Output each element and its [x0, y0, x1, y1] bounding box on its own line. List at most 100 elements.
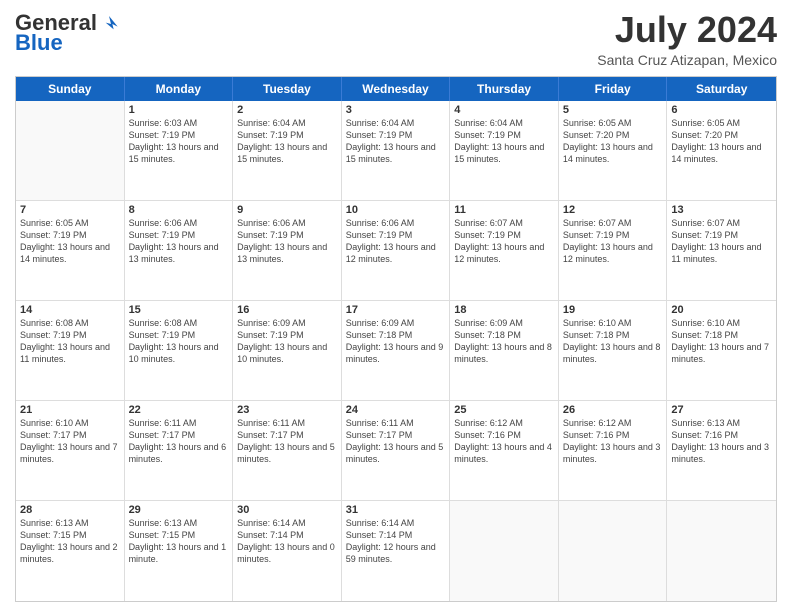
day-number: 22 — [129, 404, 229, 416]
cell-info: Sunrise: 6:04 AMSunset: 7:19 PMDaylight:… — [237, 117, 337, 166]
calendar-cell: 26Sunrise: 6:12 AMSunset: 7:16 PMDayligh… — [559, 401, 668, 500]
cell-info: Sunrise: 6:11 AMSunset: 7:17 PMDaylight:… — [129, 417, 229, 466]
calendar-cell: 17Sunrise: 6:09 AMSunset: 7:18 PMDayligh… — [342, 301, 451, 400]
calendar-cell — [559, 501, 668, 601]
cell-info: Sunrise: 6:10 AMSunset: 7:18 PMDaylight:… — [671, 317, 772, 366]
cell-info: Sunrise: 6:14 AMSunset: 7:14 PMDaylight:… — [346, 517, 446, 566]
location: Santa Cruz Atizapan, Mexico — [597, 52, 777, 68]
cell-info: Sunrise: 6:06 AMSunset: 7:19 PMDaylight:… — [129, 217, 229, 266]
calendar-cell — [450, 501, 559, 601]
calendar-cell: 18Sunrise: 6:09 AMSunset: 7:18 PMDayligh… — [450, 301, 559, 400]
calendar-cell: 15Sunrise: 6:08 AMSunset: 7:19 PMDayligh… — [125, 301, 234, 400]
calendar-row: 14Sunrise: 6:08 AMSunset: 7:19 PMDayligh… — [16, 301, 776, 401]
cell-info: Sunrise: 6:13 AMSunset: 7:16 PMDaylight:… — [671, 417, 772, 466]
calendar-header-cell: Thursday — [450, 77, 559, 101]
cell-info: Sunrise: 6:07 AMSunset: 7:19 PMDaylight:… — [563, 217, 663, 266]
day-number: 18 — [454, 304, 554, 316]
day-number: 2 — [237, 104, 337, 116]
day-number: 11 — [454, 204, 554, 216]
cell-info: Sunrise: 6:06 AMSunset: 7:19 PMDaylight:… — [237, 217, 337, 266]
calendar-row: 21Sunrise: 6:10 AMSunset: 7:17 PMDayligh… — [16, 401, 776, 501]
header: General Blue July 2024 Santa Cruz Atizap… — [15, 10, 777, 68]
calendar-cell: 22Sunrise: 6:11 AMSunset: 7:17 PMDayligh… — [125, 401, 234, 500]
cell-info: Sunrise: 6:07 AMSunset: 7:19 PMDaylight:… — [671, 217, 772, 266]
page: General Blue July 2024 Santa Cruz Atizap… — [0, 0, 792, 612]
cell-info: Sunrise: 6:08 AMSunset: 7:19 PMDaylight:… — [20, 317, 120, 366]
day-number: 26 — [563, 404, 663, 416]
cell-info: Sunrise: 6:04 AMSunset: 7:19 PMDaylight:… — [346, 117, 446, 166]
calendar-cell: 4Sunrise: 6:04 AMSunset: 7:19 PMDaylight… — [450, 101, 559, 200]
cell-info: Sunrise: 6:09 AMSunset: 7:19 PMDaylight:… — [237, 317, 337, 366]
calendar-cell: 19Sunrise: 6:10 AMSunset: 7:18 PMDayligh… — [559, 301, 668, 400]
calendar-cell: 28Sunrise: 6:13 AMSunset: 7:15 PMDayligh… — [16, 501, 125, 601]
calendar-cell: 27Sunrise: 6:13 AMSunset: 7:16 PMDayligh… — [667, 401, 776, 500]
calendar-cell: 14Sunrise: 6:08 AMSunset: 7:19 PMDayligh… — [16, 301, 125, 400]
cell-info: Sunrise: 6:14 AMSunset: 7:14 PMDaylight:… — [237, 517, 337, 566]
calendar-cell: 30Sunrise: 6:14 AMSunset: 7:14 PMDayligh… — [233, 501, 342, 601]
cell-info: Sunrise: 6:07 AMSunset: 7:19 PMDaylight:… — [454, 217, 554, 266]
day-number: 1 — [129, 104, 229, 116]
cell-info: Sunrise: 6:10 AMSunset: 7:17 PMDaylight:… — [20, 417, 120, 466]
cell-info: Sunrise: 6:09 AMSunset: 7:18 PMDaylight:… — [454, 317, 554, 366]
calendar-body: 1Sunrise: 6:03 AMSunset: 7:19 PMDaylight… — [16, 101, 776, 601]
cell-info: Sunrise: 6:05 AMSunset: 7:20 PMDaylight:… — [563, 117, 663, 166]
cell-info: Sunrise: 6:03 AMSunset: 7:19 PMDaylight:… — [129, 117, 229, 166]
day-number: 20 — [671, 304, 772, 316]
cell-info: Sunrise: 6:10 AMSunset: 7:18 PMDaylight:… — [563, 317, 663, 366]
day-number: 21 — [20, 404, 120, 416]
calendar-cell: 12Sunrise: 6:07 AMSunset: 7:19 PMDayligh… — [559, 201, 668, 300]
calendar-cell: 7Sunrise: 6:05 AMSunset: 7:19 PMDaylight… — [16, 201, 125, 300]
cell-info: Sunrise: 6:08 AMSunset: 7:19 PMDaylight:… — [129, 317, 229, 366]
day-number: 14 — [20, 304, 120, 316]
calendar-cell: 13Sunrise: 6:07 AMSunset: 7:19 PMDayligh… — [667, 201, 776, 300]
cell-info: Sunrise: 6:06 AMSunset: 7:19 PMDaylight:… — [346, 217, 446, 266]
calendar-header-cell: Sunday — [16, 77, 125, 101]
day-number: 24 — [346, 404, 446, 416]
calendar-cell: 20Sunrise: 6:10 AMSunset: 7:18 PMDayligh… — [667, 301, 776, 400]
calendar-header-cell: Friday — [559, 77, 668, 101]
day-number: 7 — [20, 204, 120, 216]
day-number: 17 — [346, 304, 446, 316]
calendar-cell: 31Sunrise: 6:14 AMSunset: 7:14 PMDayligh… — [342, 501, 451, 601]
cell-info: Sunrise: 6:12 AMSunset: 7:16 PMDaylight:… — [454, 417, 554, 466]
calendar-cell — [16, 101, 125, 200]
day-number: 13 — [671, 204, 772, 216]
cell-info: Sunrise: 6:09 AMSunset: 7:18 PMDaylight:… — [346, 317, 446, 366]
calendar-cell: 2Sunrise: 6:04 AMSunset: 7:19 PMDaylight… — [233, 101, 342, 200]
cell-info: Sunrise: 6:05 AMSunset: 7:20 PMDaylight:… — [671, 117, 772, 166]
day-number: 16 — [237, 304, 337, 316]
calendar-cell: 3Sunrise: 6:04 AMSunset: 7:19 PMDaylight… — [342, 101, 451, 200]
calendar-cell — [667, 501, 776, 601]
logo: General Blue — [15, 10, 119, 56]
calendar-cell: 10Sunrise: 6:06 AMSunset: 7:19 PMDayligh… — [342, 201, 451, 300]
cell-info: Sunrise: 6:12 AMSunset: 7:16 PMDaylight:… — [563, 417, 663, 466]
day-number: 31 — [346, 504, 446, 516]
calendar-cell: 25Sunrise: 6:12 AMSunset: 7:16 PMDayligh… — [450, 401, 559, 500]
calendar-cell: 24Sunrise: 6:11 AMSunset: 7:17 PMDayligh… — [342, 401, 451, 500]
day-number: 29 — [129, 504, 229, 516]
day-number: 5 — [563, 104, 663, 116]
day-number: 10 — [346, 204, 446, 216]
cell-info: Sunrise: 6:11 AMSunset: 7:17 PMDaylight:… — [237, 417, 337, 466]
calendar-cell: 16Sunrise: 6:09 AMSunset: 7:19 PMDayligh… — [233, 301, 342, 400]
cell-info: Sunrise: 6:11 AMSunset: 7:17 PMDaylight:… — [346, 417, 446, 466]
cell-info: Sunrise: 6:04 AMSunset: 7:19 PMDaylight:… — [454, 117, 554, 166]
day-number: 6 — [671, 104, 772, 116]
calendar-cell: 1Sunrise: 6:03 AMSunset: 7:19 PMDaylight… — [125, 101, 234, 200]
calendar-cell: 8Sunrise: 6:06 AMSunset: 7:19 PMDaylight… — [125, 201, 234, 300]
day-number: 28 — [20, 504, 120, 516]
day-number: 9 — [237, 204, 337, 216]
calendar-header: SundayMondayTuesdayWednesdayThursdayFrid… — [16, 77, 776, 101]
calendar-header-cell: Saturday — [667, 77, 776, 101]
cell-info: Sunrise: 6:05 AMSunset: 7:19 PMDaylight:… — [20, 217, 120, 266]
day-number: 3 — [346, 104, 446, 116]
logo-bird-icon — [99, 13, 119, 33]
calendar-cell: 23Sunrise: 6:11 AMSunset: 7:17 PMDayligh… — [233, 401, 342, 500]
day-number: 23 — [237, 404, 337, 416]
calendar-header-cell: Tuesday — [233, 77, 342, 101]
calendar: SundayMondayTuesdayWednesdayThursdayFrid… — [15, 76, 777, 602]
calendar-cell: 9Sunrise: 6:06 AMSunset: 7:19 PMDaylight… — [233, 201, 342, 300]
calendar-cell: 6Sunrise: 6:05 AMSunset: 7:20 PMDaylight… — [667, 101, 776, 200]
cell-info: Sunrise: 6:13 AMSunset: 7:15 PMDaylight:… — [20, 517, 120, 566]
day-number: 8 — [129, 204, 229, 216]
